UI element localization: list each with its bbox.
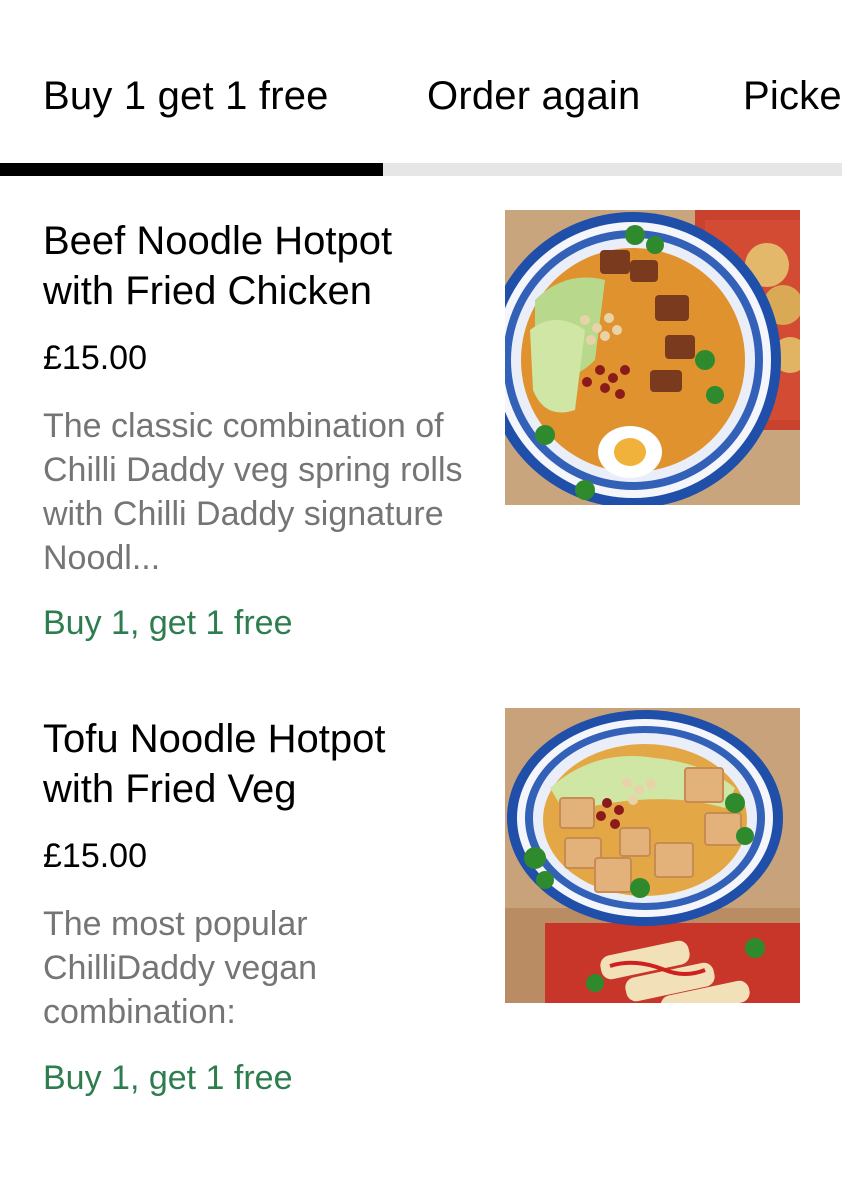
menu-item-card[interactable]: Beef Noodle Hotpot with Fried Chicken £1… — [0, 210, 842, 670]
item-title: Beef Noodle Hotpot with Fried Chicken — [43, 219, 393, 313]
tab-active-indicator — [0, 163, 383, 176]
item-price: £15.00 — [43, 837, 147, 875]
item-description: The most popular ChilliDaddy vegan combi… — [43, 905, 318, 1031]
item-promo-label: Buy 1, get 1 free — [43, 1059, 293, 1097]
tab-picked[interactable]: Picke — [743, 72, 842, 120]
item-photo[interactable] — [505, 708, 800, 1003]
category-tab-bar: Buy 1 get 1 free Order again Picke — [0, 0, 842, 176]
tofu-noodle-hotpot-image — [505, 708, 800, 1003]
menu-item-card[interactable]: Tofu Noodle Hotpot with Fried Veg £15.00… — [0, 708, 842, 1128]
item-photo[interactable] — [505, 210, 800, 505]
beef-noodle-hotpot-image — [505, 210, 800, 505]
item-price: £15.00 — [43, 339, 147, 377]
tab-order-again[interactable]: Order again — [427, 72, 640, 120]
item-title: Tofu Noodle Hotpot with Fried Veg — [43, 717, 386, 811]
item-promo-label: Buy 1, get 1 free — [43, 604, 293, 642]
tab-buy-1-get-1-free[interactable]: Buy 1 get 1 free — [43, 72, 329, 120]
item-description: The classic combination of Chilli Daddy … — [43, 407, 463, 577]
